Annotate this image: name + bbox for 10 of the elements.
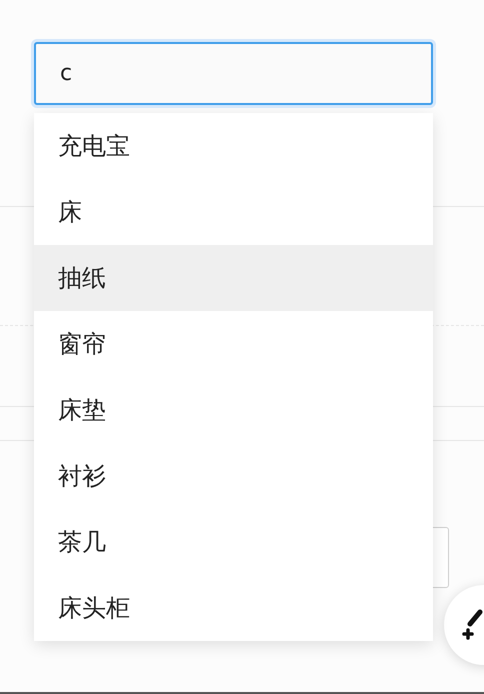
wand-icon xyxy=(462,608,484,642)
suggestion-item[interactable]: 床 xyxy=(34,179,433,245)
suggestion-item[interactable]: 床垫 xyxy=(34,377,433,443)
suggestion-item[interactable]: 衬衫 xyxy=(34,443,433,509)
suggestion-item[interactable]: 茶几 xyxy=(34,509,433,575)
suggestion-item[interactable]: 床头柜 xyxy=(34,575,433,641)
suggestion-item[interactable]: 充电宝 xyxy=(34,113,433,179)
search-field[interactable]: c xyxy=(34,42,433,105)
suggestion-item[interactable]: 窗帘 xyxy=(34,311,433,377)
suggestion-item[interactable]: 抽纸 xyxy=(34,245,433,311)
